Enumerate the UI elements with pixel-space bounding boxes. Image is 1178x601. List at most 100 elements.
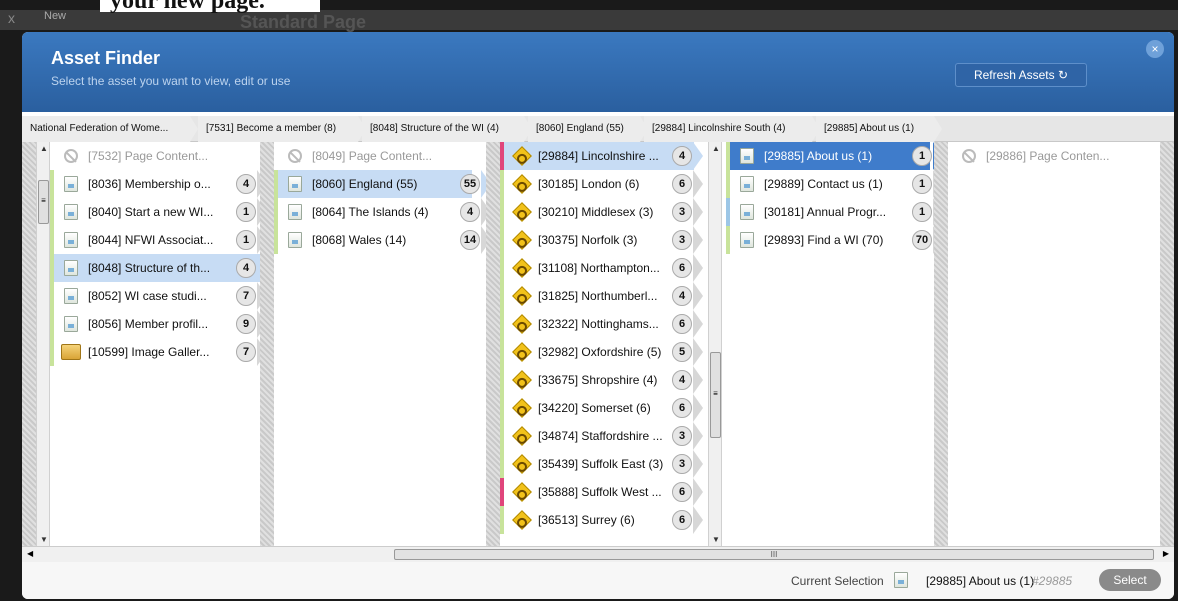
asset-row[interactable]: [8044] NFWI Associat... 1	[50, 226, 267, 254]
asset-row[interactable]: [8064] The Islands (4) 4	[274, 198, 491, 226]
column-divider	[260, 142, 274, 546]
breadcrumb-item[interactable]: [8060] England (55)	[528, 116, 648, 142]
expand-arrow-icon[interactable]	[693, 478, 703, 506]
asset-row[interactable]: [36513] Surrey (6) 6	[500, 506, 703, 534]
scroll-up-icon[interactable]: ▲	[37, 144, 51, 153]
child-count-badge[interactable]: 1	[912, 202, 932, 222]
scroll-right-icon[interactable]: ▶	[1163, 549, 1169, 558]
horizontal-scrollbar[interactable]: ◀ III ▶	[22, 546, 1174, 562]
background-heading: your new page.	[100, 0, 320, 13]
expand-arrow-icon[interactable]	[693, 338, 703, 366]
child-count-badge[interactable]: 4	[672, 286, 692, 306]
child-count-badge[interactable]: 4	[672, 370, 692, 390]
child-count-badge[interactable]: 6	[672, 258, 692, 278]
status-mark	[500, 394, 504, 422]
child-count-badge[interactable]: 4	[672, 146, 692, 166]
child-count-badge[interactable]: 4	[236, 258, 256, 278]
breadcrumb-item[interactable]: National Federation of Wome...	[22, 116, 198, 142]
asset-row[interactable]: [30375] Norfolk (3) 3	[500, 226, 703, 254]
asset-row[interactable]: [8040] Start a new WI... 1	[50, 198, 267, 226]
expand-arrow-icon[interactable]	[693, 506, 703, 534]
close-icon[interactable]: ×	[1146, 40, 1164, 58]
asset-row[interactable]: [29885] About us (1) 1	[726, 142, 943, 170]
expand-arrow-icon[interactable]	[693, 170, 703, 198]
asset-row[interactable]: [32982] Oxfordshire (5) 5	[500, 338, 703, 366]
expand-arrow-icon[interactable]	[693, 142, 703, 170]
scroll-left-icon[interactable]: ◀	[27, 549, 33, 558]
scroll-up-icon[interactable]: ▲	[709, 144, 723, 153]
asset-row[interactable]: [34220] Somerset (6) 6	[500, 394, 703, 422]
asset-row[interactable]: [30185] London (6) 6	[500, 170, 703, 198]
child-count-badge[interactable]: 55	[460, 174, 480, 194]
breadcrumb-item[interactable]: [29884] Lincolnshire South (4)	[644, 116, 820, 142]
scroll-thumb[interactable]: ≡	[710, 352, 721, 438]
expand-arrow-icon[interactable]	[693, 310, 703, 338]
asset-row[interactable]: [30210] Middlesex (3) 3	[500, 198, 703, 226]
asset-row[interactable]: [29893] Find a WI (70) 70	[726, 226, 943, 254]
asset-row[interactable]: [31108] Northampton... 6	[500, 254, 703, 282]
child-count-badge[interactable]: 6	[672, 174, 692, 194]
asset-row[interactable]: [8060] England (55) 55	[274, 170, 491, 198]
child-count-badge[interactable]: 3	[672, 202, 692, 222]
asset-row[interactable]: [10599] Image Galler... 7	[50, 338, 267, 366]
asset-row[interactable]: [33675] Shropshire (4) 4	[500, 366, 703, 394]
column-3-scrollbar[interactable]: ▲ ≡ ▼	[708, 142, 722, 546]
site-icon	[512, 258, 532, 278]
scroll-down-icon[interactable]: ▼	[709, 535, 723, 544]
child-count-badge[interactable]: 4	[236, 174, 256, 194]
select-button[interactable]: Select	[1099, 569, 1161, 591]
asset-row[interactable]: [34874] Staffordshire ... 3	[500, 422, 703, 450]
expand-arrow-icon[interactable]	[693, 226, 703, 254]
child-count-badge[interactable]: 7	[236, 342, 256, 362]
child-count-badge[interactable]: 70	[912, 230, 932, 250]
horizontal-scroll-thumb[interactable]: III	[394, 549, 1154, 560]
asset-row[interactable]: [35439] Suffolk East (3) 3	[500, 450, 703, 478]
asset-row[interactable]: [31825] Northumberl... 4	[500, 282, 703, 310]
asset-row[interactable]: [29884] Lincolnshire ... 4	[500, 142, 703, 170]
expand-arrow-icon[interactable]	[693, 394, 703, 422]
child-count-badge[interactable]: 9	[236, 314, 256, 334]
asset-row[interactable]: [8048] Structure of th... 4	[50, 254, 267, 282]
expand-arrow-icon[interactable]	[693, 422, 703, 450]
asset-row[interactable]: [32322] Nottinghams... 6	[500, 310, 703, 338]
breadcrumb-item[interactable]: [7531] Become a member (8)	[198, 116, 366, 142]
scroll-thumb[interactable]: ≡	[38, 180, 49, 224]
child-count-badge[interactable]: 6	[672, 482, 692, 502]
asset-row[interactable]: [7532] Page Content...	[50, 142, 260, 170]
refresh-assets-button[interactable]: Refresh Assets ↻	[955, 63, 1087, 87]
child-count-badge[interactable]: 6	[672, 314, 692, 334]
asset-row[interactable]: [29886] Page Conten...	[948, 142, 1146, 170]
background-close-icon: x	[8, 10, 15, 26]
asset-row[interactable]: [8036] Membership o... 4	[50, 170, 267, 198]
scroll-down-icon[interactable]: ▼	[37, 535, 51, 544]
asset-row[interactable]: [8052] WI case studi... 7	[50, 282, 267, 310]
child-count-badge[interactable]: 5	[672, 342, 692, 362]
child-count-badge[interactable]: 1	[236, 230, 256, 250]
expand-arrow-icon[interactable]	[693, 198, 703, 226]
child-count-badge[interactable]: 1	[912, 146, 932, 166]
expand-arrow-icon[interactable]	[693, 450, 703, 478]
column-1-scrollbar[interactable]: ▲ ≡ ▼	[36, 142, 50, 546]
child-count-badge[interactable]: 6	[672, 510, 692, 530]
child-count-badge[interactable]: 1	[236, 202, 256, 222]
child-count-badge[interactable]: 4	[460, 202, 480, 222]
child-count-badge[interactable]: 6	[672, 398, 692, 418]
expand-arrow-icon[interactable]	[693, 254, 703, 282]
child-count-badge[interactable]: 3	[672, 454, 692, 474]
asset-row[interactable]: [8068] Wales (14) 14	[274, 226, 491, 254]
asset-row[interactable]: [35888] Suffolk West ... 6	[500, 478, 703, 506]
asset-row[interactable]: [29889] Contact us (1) 1	[726, 170, 943, 198]
asset-row[interactable]: [8056] Member profil... 9	[50, 310, 267, 338]
asset-row[interactable]: [30181] Annual Progr... 1	[726, 198, 943, 226]
child-count-badge[interactable]: 7	[236, 286, 256, 306]
asset-row[interactable]: [8049] Page Content...	[274, 142, 472, 170]
child-count-badge[interactable]: 3	[672, 426, 692, 446]
breadcrumb-item[interactable]: [29885] About us (1)	[816, 116, 942, 142]
child-count-badge[interactable]: 3	[672, 230, 692, 250]
expand-arrow-icon[interactable]	[693, 366, 703, 394]
breadcrumb-item[interactable]: [8048] Structure of the WI (4)	[362, 116, 532, 142]
child-count-badge[interactable]: 1	[912, 174, 932, 194]
expand-arrow-icon[interactable]	[693, 282, 703, 310]
child-count-badge[interactable]: 14	[460, 230, 480, 250]
asset-columns: ▲ ≡ ▼ [7532] Page Content... [8036] Membe…	[22, 142, 1174, 546]
